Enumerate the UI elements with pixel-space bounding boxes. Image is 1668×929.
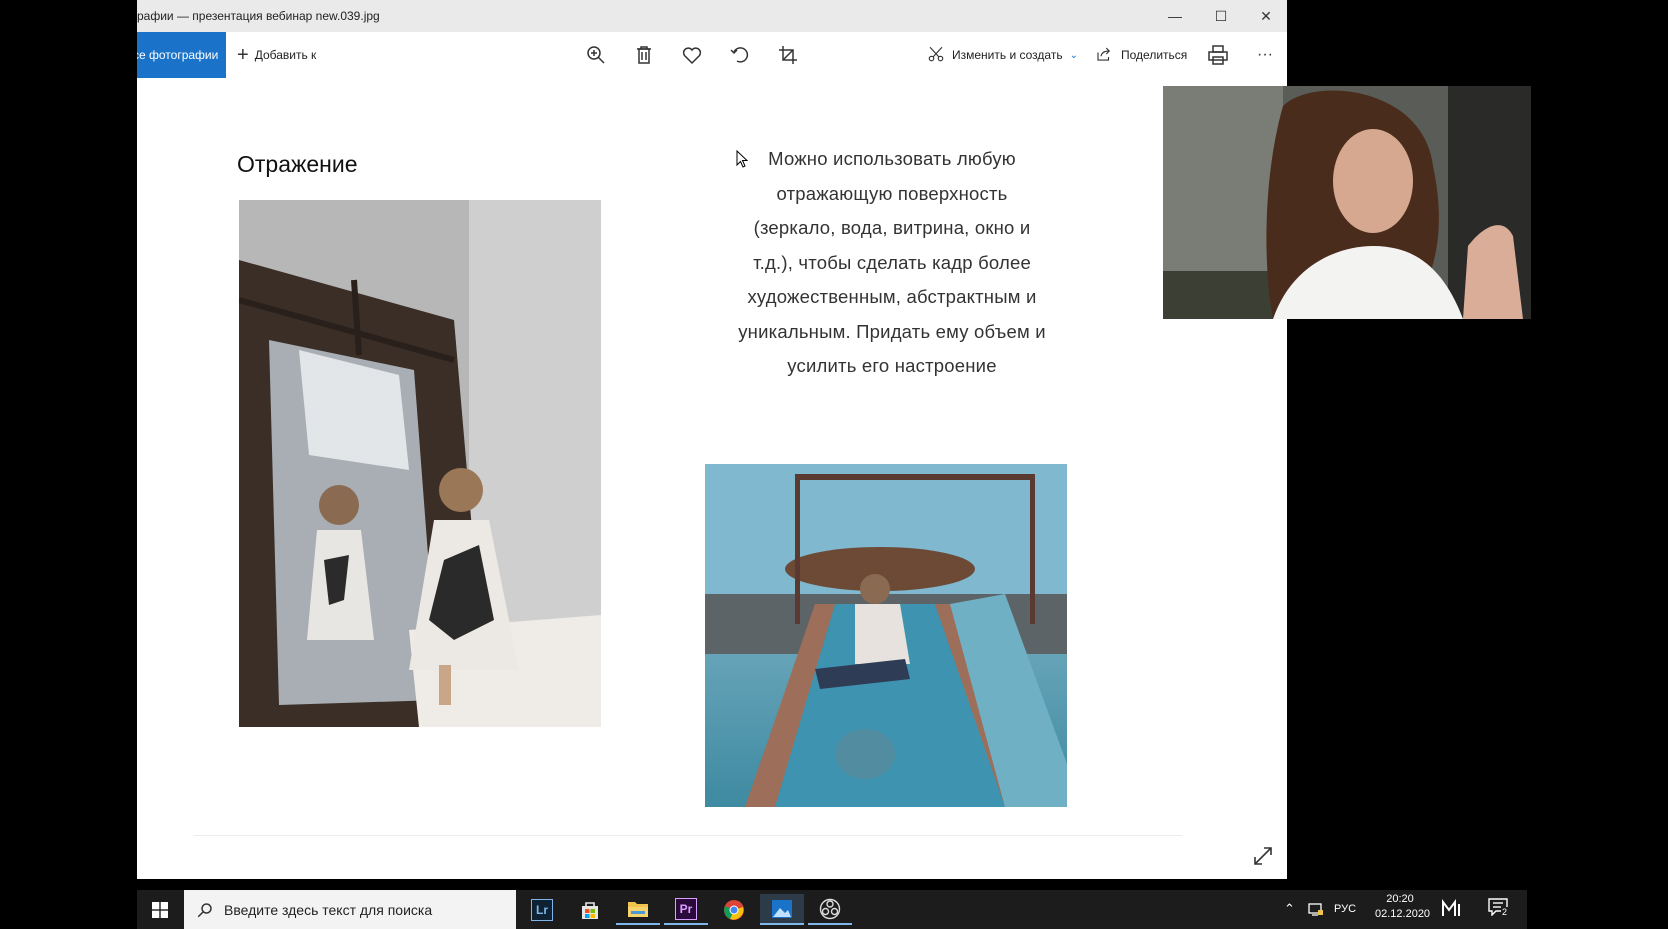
delete-icon[interactable]: [632, 43, 656, 67]
file-explorer-icon[interactable]: [616, 894, 660, 925]
meet-now-icon[interactable]: [1441, 898, 1469, 920]
share-button[interactable]: Поделиться: [1095, 32, 1187, 78]
zoom-in-icon[interactable]: [584, 43, 608, 67]
notifications-icon[interactable]: 2: [1488, 898, 1512, 920]
windows-logo-icon: [152, 901, 168, 918]
edit-and-create-label: Изменить и создать: [952, 48, 1063, 62]
close-button[interactable]: ✕: [1243, 0, 1289, 32]
share-icon: [1095, 45, 1113, 66]
share-label: Поделиться: [1121, 48, 1188, 62]
chevron-down-icon: ⌄: [1069, 49, 1078, 61]
add-to-button[interactable]: + Добавить к: [237, 32, 316, 78]
network-icon[interactable]: [1307, 900, 1325, 918]
search-placeholder: Введите здесь текст для поиска: [224, 901, 433, 918]
show-hidden-icons-icon[interactable]: ⌃: [1284, 901, 1295, 917]
clock-date: 02.12.2020: [1375, 908, 1431, 920]
obs-icon[interactable]: [808, 894, 852, 925]
maximize-icon: ☐: [1214, 7, 1228, 24]
taskbar-search-box[interactable]: Введите здесь текст для поиска: [184, 890, 516, 929]
slide-body-line: уникальным. Придать ему объем и: [738, 320, 1046, 342]
slide-body-line: художественным, абстрактным и: [747, 286, 1037, 307]
chrome-icon[interactable]: [712, 894, 756, 925]
plus-icon: +: [237, 44, 249, 66]
window-title: рафии — презентация вебинар new.039.jpg: [137, 9, 380, 23]
heart-icon[interactable]: [680, 43, 704, 67]
clock-time: 20:20: [1386, 893, 1414, 905]
slide-body-text: Можно использовать любую отражающую пове…: [697, 142, 1087, 384]
clock[interactable]: 20:20 02.12.2020: [1375, 893, 1431, 920]
webcam-overlay: [1163, 86, 1531, 319]
start-button[interactable]: [137, 890, 183, 929]
bottom-divider: [194, 835, 1182, 836]
notification-count: 2: [1501, 907, 1509, 917]
slide-body-line: отражающую поверхность: [776, 182, 1008, 204]
toolbar: се фотографии + Добавить к Изменить и со…: [137, 32, 1287, 78]
rotate-icon[interactable]: [728, 43, 752, 67]
slide-body-line: усилить его настроение: [787, 355, 997, 376]
maximize-button[interactable]: ☐: [1198, 0, 1244, 32]
minimize-button[interactable]: —: [1152, 0, 1198, 32]
minimize-icon: —: [1168, 8, 1182, 24]
search-icon: [197, 902, 212, 917]
all-photos-button[interactable]: се фотографии: [137, 32, 226, 78]
photos-icon[interactable]: [760, 894, 804, 925]
photos-app-window: рафии — презентация вебинар new.039.jpg …: [137, 0, 1287, 879]
edit-scissors-icon: [927, 45, 945, 66]
playground-slide-photo: [705, 464, 1067, 807]
print-icon[interactable]: [1206, 43, 1230, 67]
close-icon: ✕: [1260, 7, 1272, 24]
slide-heading: Отражение: [237, 151, 358, 177]
add-to-label: Добавить к: [254, 48, 317, 62]
mirror-reflection-photo: [239, 200, 601, 727]
slide-body-line: т.д.), чтобы сделать кадр более: [753, 251, 1031, 273]
more-icon[interactable]: ···: [1253, 43, 1277, 67]
store-icon[interactable]: [568, 894, 612, 925]
taskbar: Введите здесь текст для поиска Lr Pr ⌃ Р…: [137, 890, 1527, 929]
title-bar[interactable]: рафии — презентация вебинар new.039.jpg …: [137, 0, 1287, 32]
slide-body-line: Можно использовать любую: [768, 148, 1016, 169]
screen: рафии — презентация вебинар new.039.jpg …: [0, 0, 1668, 929]
lightroom-icon[interactable]: Lr: [520, 894, 564, 925]
language-indicator[interactable]: РУС: [1334, 903, 1356, 915]
premiere-icon[interactable]: Pr: [664, 894, 708, 925]
slide-body-line: (зеркало, вода, витрина, окно и: [753, 217, 1031, 238]
crop-icon[interactable]: [776, 43, 800, 67]
edit-and-create-button[interactable]: Изменить и создать ⌄: [927, 32, 1078, 78]
expand-icon[interactable]: [1252, 845, 1274, 867]
